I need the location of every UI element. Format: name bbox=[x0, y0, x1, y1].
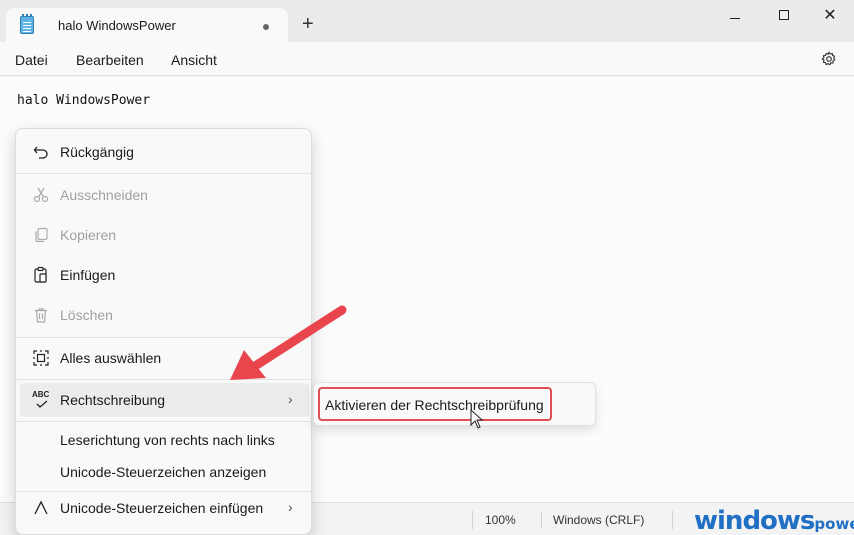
menu-item-label: Löschen bbox=[60, 307, 113, 323]
editor-content[interactable]: halo WindowsPower bbox=[17, 93, 150, 108]
chevron-right-icon: › bbox=[288, 499, 293, 515]
menu-item-cut[interactable]: Ausschneiden bbox=[20, 178, 309, 212]
spellcheck-icon-label: ABC bbox=[32, 390, 50, 399]
checkmark-icon bbox=[36, 400, 48, 408]
menu-item-label: Rechtschreibung bbox=[60, 392, 166, 408]
tab-title: halo WindowsPower bbox=[58, 18, 176, 33]
mouse-cursor-icon bbox=[470, 409, 484, 429]
paste-icon bbox=[34, 266, 47, 283]
delete-icon bbox=[35, 308, 47, 323]
menu-item-label: Alles auswählen bbox=[60, 350, 162, 366]
minimize-button[interactable] bbox=[722, 6, 748, 26]
menu-item-undo[interactable]: Rückgängig bbox=[20, 135, 309, 169]
cut-icon bbox=[33, 187, 49, 203]
menu-item-label: Kopieren bbox=[60, 227, 117, 243]
menu-item-insert-unicode[interactable]: Unicode-Steuerzeichen einfügen › bbox=[20, 491, 309, 525]
settings-gear-icon[interactable] bbox=[821, 51, 837, 67]
select-all-icon bbox=[33, 350, 49, 366]
undo-icon bbox=[33, 146, 48, 159]
status-separator bbox=[472, 511, 473, 529]
menu-item-label: Unicode-Steuerzeichen anzeigen bbox=[60, 464, 267, 480]
line-ending: Windows (CRLF) bbox=[553, 513, 645, 527]
watermark-brand: windows bbox=[694, 506, 815, 535]
title-bar: halo WindowsPower + ✕ bbox=[0, 0, 854, 42]
unicode-insert-icon bbox=[34, 500, 48, 515]
watermark-suffix: power. bbox=[814, 515, 854, 533]
menu-item-copy[interactable]: Kopieren bbox=[20, 218, 309, 252]
menu-divider bbox=[16, 421, 311, 422]
menu-item-label: Unicode-Steuerzeichen einfügen bbox=[60, 500, 264, 516]
close-button[interactable]: ✕ bbox=[817, 6, 843, 26]
menu-item-paste[interactable]: Einfügen bbox=[20, 258, 309, 292]
document-tab[interactable]: halo WindowsPower bbox=[6, 8, 288, 42]
menu-item-reading-direction[interactable]: Leserichtung von rechts nach links bbox=[20, 423, 309, 457]
menu-item-show-unicode[interactable]: Unicode-Steuerzeichen anzeigen bbox=[20, 455, 309, 489]
zoom-level: 100% bbox=[485, 513, 516, 527]
menu-divider bbox=[16, 173, 311, 174]
spellcheck-icon: ABC bbox=[32, 390, 50, 408]
submenu-item-enable-spellcheck[interactable]: Aktivieren der Rechtschreibprüfung bbox=[318, 387, 552, 421]
status-separator bbox=[672, 511, 673, 529]
menu-bearbeiten[interactable]: Bearbeiten bbox=[76, 52, 144, 68]
notepad-icon bbox=[20, 14, 34, 34]
menu-ansicht[interactable]: Ansicht bbox=[171, 52, 217, 68]
copy-icon bbox=[35, 227, 48, 243]
menu-item-label: Leserichtung von rechts nach links bbox=[60, 432, 275, 448]
chevron-right-icon: › bbox=[288, 391, 293, 407]
maximize-button[interactable] bbox=[771, 6, 797, 26]
submenu-item-label: Aktivieren der Rechtschreibprüfung bbox=[325, 397, 544, 413]
windowspower-logo: windowspower. bbox=[694, 506, 854, 535]
annotation-arrow-icon bbox=[230, 305, 347, 380]
menu-datei[interactable]: Datei bbox=[15, 52, 48, 68]
spellcheck-submenu: Aktivieren der Rechtschreibprüfung bbox=[313, 382, 596, 426]
maximize-icon bbox=[779, 10, 789, 20]
menu-item-label: Ausschneiden bbox=[60, 187, 148, 203]
status-separator bbox=[541, 511, 542, 529]
menu-item-label: Rückgängig bbox=[60, 144, 134, 160]
minimize-icon bbox=[730, 18, 740, 19]
menu-bar: Datei Bearbeiten Ansicht bbox=[0, 42, 854, 76]
new-tab-button[interactable]: + bbox=[302, 14, 314, 34]
unsaved-indicator-icon[interactable] bbox=[263, 24, 269, 30]
menu-item-label: Einfügen bbox=[60, 267, 116, 283]
